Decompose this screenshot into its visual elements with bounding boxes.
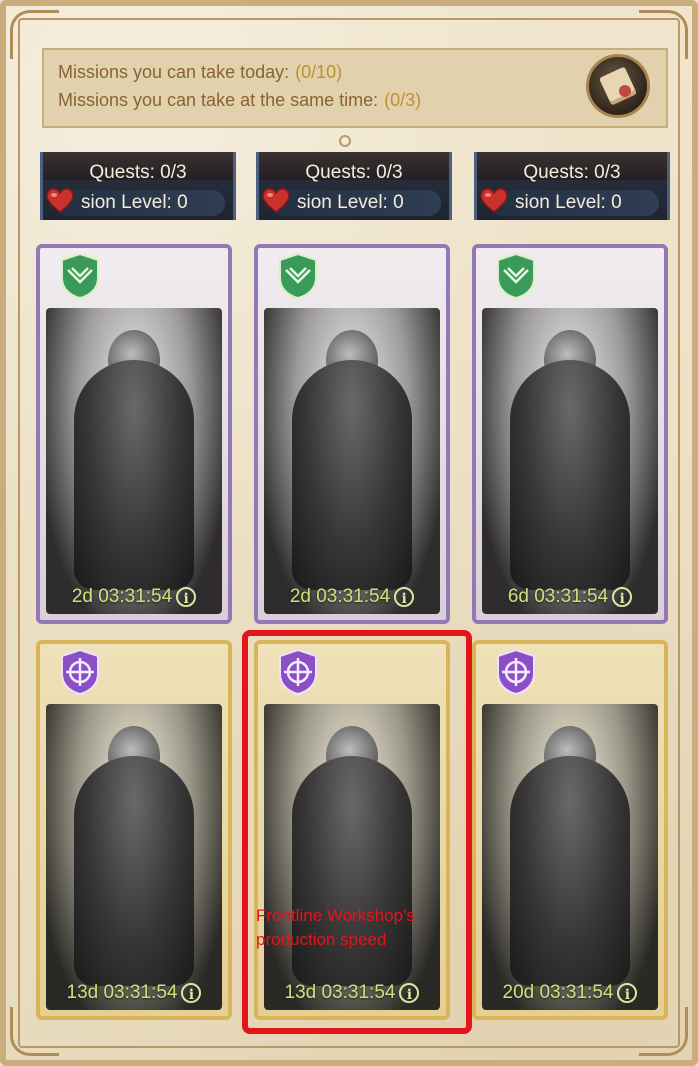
missions-today-row: Missions you can take today: (0/10) [58, 62, 342, 83]
hero-timer: 13d 03:31:54 i [40, 982, 228, 1004]
hero-timer: 2d 03:31:54 i [258, 586, 446, 608]
missions-concurrent-row: Missions you can take at the same time:(… [58, 90, 421, 111]
heart-icon [480, 188, 508, 213]
timer-text: 20d 03:31:54 [502, 982, 614, 1003]
missions-info-box: Missions you can take today: (0/10) Missi… [42, 48, 668, 128]
shield-wings-icon [61, 252, 99, 300]
quests-count: Quests: 0/3 [89, 162, 187, 183]
hero-timer: 2d 03:31:54 i [40, 586, 228, 608]
scroll-icon [598, 66, 638, 106]
wax-seal-icon [619, 85, 631, 97]
crosshair-emblem-icon [61, 648, 99, 696]
hero-card[interactable]: 20d 03:31:54 i [472, 640, 668, 1020]
hero-timer: 6d 03:31:54 i [476, 586, 664, 608]
timer-text: 2d 03:31:54 [289, 586, 391, 607]
info-icon[interactable]: i [617, 982, 638, 1003]
crosshair-emblem-icon [497, 648, 535, 696]
hero-card[interactable]: 2d 03:31:54 i [36, 244, 232, 624]
missions-concurrent-value: (0/3) [384, 90, 422, 110]
mission-card-partial[interactable]: Quests: 0/3 sion Level: 0 [256, 152, 452, 220]
mission-level: sion Level: 0 [489, 190, 659, 216]
timer-text: 2d 03:31:54 [71, 586, 173, 607]
divider-ornament [339, 134, 363, 165]
hero-figure [292, 360, 412, 590]
hero-card[interactable]: 2d 03:31:54 i [254, 244, 450, 624]
hero-figure [74, 756, 194, 986]
info-icon[interactable]: i [176, 586, 197, 607]
missions-today-value: (0/10) [295, 62, 343, 82]
hero-card[interactable]: 6d 03:31:54 i [472, 244, 668, 624]
info-icon[interactable]: i [394, 586, 415, 607]
mission-scroll-button[interactable] [586, 54, 650, 118]
hero-timer: 20d 03:31:54 i [476, 982, 664, 1004]
info-icon[interactable]: i [612, 586, 633, 607]
hero-figure [510, 756, 630, 986]
mission-card-partial[interactable]: Quests: 0/3 sion Level: 0 [40, 152, 236, 220]
mission-level: sion Level: 0 [55, 190, 225, 216]
quests-count: Quests: 0/3 [523, 162, 621, 183]
timer-text: 6d 03:31:54 [507, 586, 609, 607]
shield-wings-icon [497, 252, 535, 300]
heart-icon [46, 188, 74, 213]
timer-text: 13d 03:31:54 [66, 982, 178, 1003]
mission-card-partial[interactable]: Quests: 0/3 sion Level: 0 [474, 152, 670, 220]
missions-today-label: Missions you can take today: [58, 62, 290, 82]
hero-figure [510, 360, 630, 590]
info-icon[interactable]: i [181, 982, 202, 1003]
hero-figure [74, 360, 194, 590]
hero-card[interactable]: 13d 03:31:54 i [36, 640, 232, 1020]
missions-concurrent-label: Missions you can take at the same time: [58, 90, 379, 110]
shield-wings-icon [279, 252, 317, 300]
quests-count: Quests: 0/3 [305, 162, 403, 183]
annotation-text: Frontline Workshop's production speed [256, 906, 415, 949]
mission-level: sion Level: 0 [271, 190, 441, 216]
highlight-box [242, 630, 472, 1034]
heart-icon [262, 188, 290, 213]
